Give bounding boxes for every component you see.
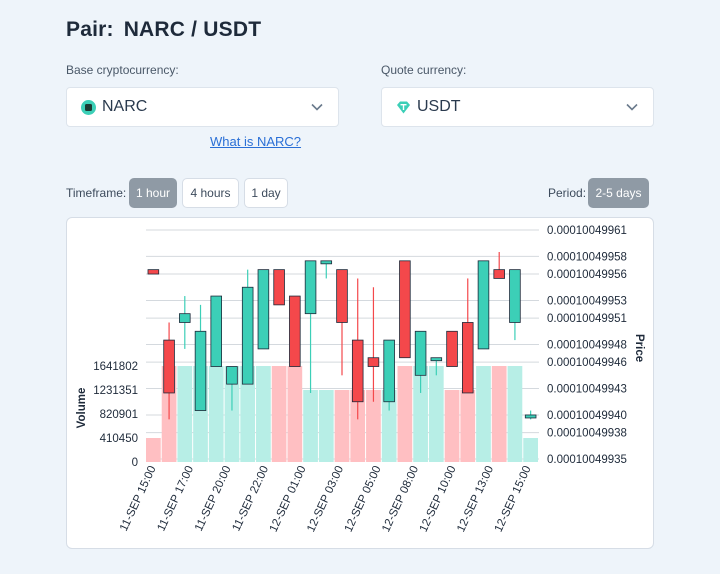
narc-coin-icon <box>81 99 96 115</box>
chart-svg: 0.00010049961 0.00010049958 0.00010049956 0… <box>76 225 645 534</box>
timeframe-label: Timeframe: <box>66 186 127 200</box>
volume-bar <box>444 390 460 462</box>
volume-bar <box>491 366 507 462</box>
candle-body <box>163 339 175 394</box>
pair-value: NARC / USDT <box>123 18 262 41</box>
volume-bar <box>476 366 491 462</box>
candle-body <box>509 269 521 323</box>
volume-bar <box>287 366 303 462</box>
candle-body <box>273 269 285 306</box>
candle-body <box>351 339 364 403</box>
price-tick-label: 0.00010049961 <box>547 225 627 237</box>
candle-body <box>226 366 238 385</box>
x-tick-label: 11-SEP 15:00 <box>118 464 159 533</box>
candle-body <box>383 339 395 403</box>
price-tick-label: 0.00010049953 <box>547 295 627 307</box>
volume-bar <box>208 366 224 462</box>
volume-tick-label: 1231351 <box>93 385 138 397</box>
candle-body <box>493 269 505 279</box>
candle-body <box>179 313 191 323</box>
candle-body <box>367 357 380 367</box>
x-tick-label: 11-SEP 20:00 <box>193 464 234 533</box>
candle-body <box>461 322 474 394</box>
price-tick-label: 0.00010049940 <box>547 410 627 422</box>
volume-bar <box>146 438 161 462</box>
volume-bar <box>334 390 350 462</box>
base-currency-value: NARC <box>102 98 148 115</box>
x-tick-label: 11-SEP 22:00 <box>231 464 272 533</box>
x-tick-label: 12-SEP 05:00 <box>343 464 384 534</box>
candle-body <box>336 269 348 323</box>
price-tick-label: 0.00010049951 <box>547 313 627 325</box>
candle-body <box>430 357 443 362</box>
price-tick-label: 0.00010049956 <box>547 269 627 281</box>
volume-tick-label: 0 <box>132 457 138 469</box>
volume-tick-label: 1641802 <box>93 361 138 373</box>
volume-bar <box>507 366 523 462</box>
period-label: Period: <box>548 186 587 200</box>
volume-bar <box>460 390 476 462</box>
candle-body <box>414 330 427 376</box>
candle-body <box>289 295 301 367</box>
candle-body <box>194 330 207 411</box>
x-tick-label: 12-SEP 13:00 <box>455 464 496 534</box>
volume-bar <box>318 390 334 462</box>
candle-body <box>477 260 490 350</box>
volume-bar <box>523 438 538 462</box>
volume-bar <box>256 366 271 462</box>
price-tick-label: 0.00010049935 <box>547 454 627 466</box>
x-tick-label: 12-SEP 15:00 <box>493 464 534 534</box>
x-tick-label: 12-SEP 03:00 <box>305 464 346 534</box>
x-tick-label: 11-SEP 17:00 <box>156 464 197 533</box>
x-tick-label: 12-SEP 08:00 <box>380 464 421 534</box>
pair-label: Pair: <box>66 18 114 41</box>
volume-bar <box>177 366 193 462</box>
quote-currency-label: Quote currency: <box>381 63 467 77</box>
timeframe-1-day-button[interactable]: 1 day <box>244 178 288 208</box>
candle-body <box>241 286 254 385</box>
x-tick-label: 12-SEP 10:00 <box>418 464 459 534</box>
base-currency-select[interactable]: NARC <box>66 87 339 127</box>
period-2-5-days-button[interactable]: 2-5 days <box>588 178 649 208</box>
volume-bar <box>303 390 318 462</box>
price-axis-label: Price <box>633 334 645 362</box>
volume-bar <box>271 366 287 462</box>
volume-bar <box>428 366 444 462</box>
page-title: Pair: NARC / USDT <box>66 18 261 42</box>
candle-body <box>257 269 270 350</box>
candle-body <box>399 260 411 359</box>
volume-axis-label: Volume <box>76 388 88 429</box>
candle-body <box>446 330 458 367</box>
quote-currency-value: USDT <box>417 98 461 115</box>
candlestick-chart: 0.00010049961 0.00010049958 0.00010049956 0… <box>66 217 654 549</box>
price-tick-label: 0.00010049958 <box>547 251 627 263</box>
timeframe-4-hours-button[interactable]: 4 hours <box>182 178 239 208</box>
what-is-narc-link[interactable]: What is NARC? <box>210 134 301 149</box>
quote-currency-select[interactable]: USDT <box>381 87 654 127</box>
volume-tick-label: 820901 <box>100 409 138 421</box>
candle-body <box>210 295 223 367</box>
chevron-down-icon <box>626 103 638 111</box>
base-currency-label: Base cryptocurrency: <box>66 63 179 77</box>
candle-body <box>304 260 317 315</box>
price-tick-label: 0.00010049948 <box>547 340 627 352</box>
price-tick-label: 0.00010049938 <box>547 428 627 440</box>
price-tick-label: 0.00010049946 <box>547 357 627 369</box>
chevron-down-icon <box>311 103 323 111</box>
tether-icon <box>396 100 411 115</box>
volume-tick-label: 410450 <box>100 433 138 445</box>
volume-bar <box>397 366 413 462</box>
timeframe-1-hour-button[interactable]: 1 hour <box>129 178 177 208</box>
x-tick-label: 12-SEP 01:00 <box>268 464 309 534</box>
candle-body <box>524 414 537 419</box>
candle-body <box>147 269 160 275</box>
price-tick-label: 0.00010049943 <box>547 384 627 396</box>
candle-body <box>320 260 333 265</box>
